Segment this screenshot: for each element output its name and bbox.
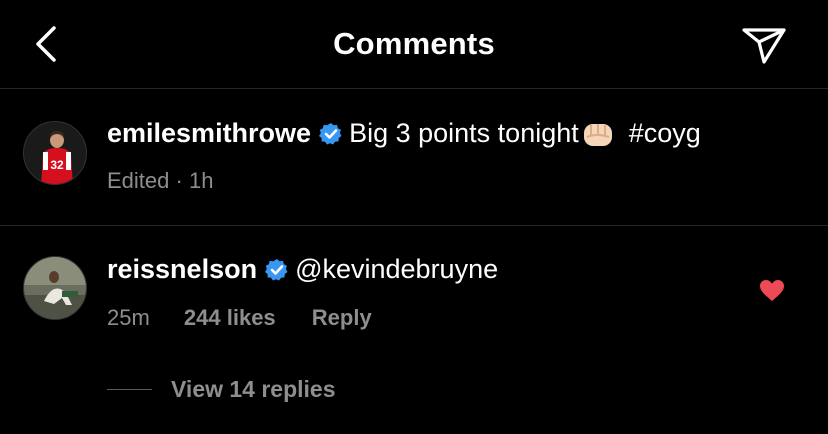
caption-text: Big 3 points tonight [349, 118, 579, 148]
comment-time: 25m [107, 305, 150, 330]
comment-avatar[interactable] [23, 256, 87, 320]
caption-hashtag[interactable]: #coyg [629, 118, 701, 149]
caption-line: emilesmithrowe Big 3 points tonight #coy… [107, 118, 701, 149]
edited-label: Edited [107, 168, 170, 193]
comment-meta: 25m 244 likes Reply [107, 305, 372, 331]
avatar[interactable]: 32 [23, 121, 87, 185]
verified-badge-icon [265, 258, 288, 280]
view-replies-button[interactable]: View 14 replies [171, 376, 336, 403]
caption-meta: Edited · 1h [107, 168, 213, 194]
paper-plane-icon [742, 28, 786, 64]
profile-photo-icon: 32 [24, 122, 86, 184]
comment-line: reissnelson @kevindebruyne [107, 254, 498, 285]
meta-separator: · [175, 168, 183, 193]
comment-mention[interactable]: @kevindebruyne [295, 254, 498, 285]
profile-photo-icon [24, 257, 86, 319]
caption-divider [0, 225, 828, 226]
header: Comments [0, 0, 828, 88]
reply-button[interactable]: Reply [312, 305, 372, 330]
verified-badge-icon [319, 122, 342, 144]
caption-time: 1h [188, 168, 214, 193]
replies-divider [107, 389, 152, 390]
comment-likes[interactable]: 244 likes [184, 305, 276, 330]
jersey-number: 32 [50, 158, 64, 172]
fist-emoji-icon [583, 123, 612, 146]
heart-icon[interactable] [759, 279, 785, 303]
page-title: Comments [333, 26, 495, 61]
share-button[interactable] [740, 22, 788, 66]
comment-username[interactable]: reissnelson [107, 254, 257, 285]
caption-username[interactable]: emilesmithrowe [107, 118, 311, 149]
header-divider [0, 88, 828, 89]
